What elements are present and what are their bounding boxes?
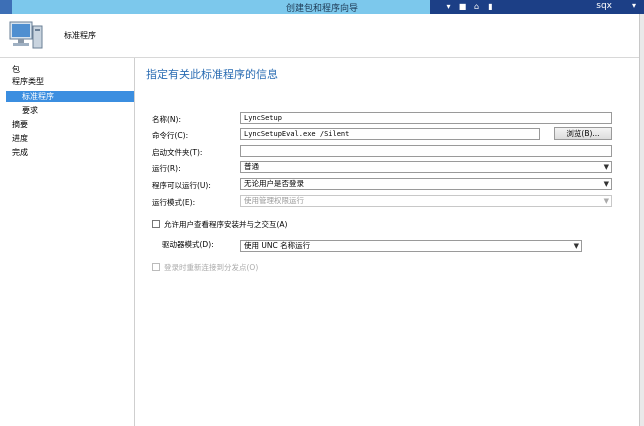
lock-icon[interactable]: ⌂	[472, 2, 481, 11]
allow-interact-checkbox[interactable]	[152, 220, 160, 228]
run-label: 运行(R):	[152, 164, 181, 173]
username-label: sqx	[596, 1, 612, 11]
chevron-down-icon: ▼	[603, 197, 609, 205]
name-label: 名称(N):	[152, 115, 181, 124]
pin-icon[interactable]: ▾	[444, 2, 453, 11]
nav-item-package[interactable]: 包	[12, 64, 20, 75]
run-select[interactable]: 普通 ▼	[240, 161, 612, 173]
system-tray: ▾ ■ ⌂ ▮ sqx ▾	[430, 0, 644, 14]
reconnect-label: 登录时重新连接到分发点(O)	[164, 263, 259, 272]
start-folder-label: 启动文件夹(T):	[152, 148, 203, 157]
command-line-input[interactable]: LyncSetupEval.exe /Silent	[240, 128, 540, 140]
can-run-select-value: 无论用户是否登录	[244, 179, 304, 188]
nav-item-requirements[interactable]: 要求	[22, 105, 38, 116]
nav-item-program-type[interactable]: 程序类型	[12, 76, 44, 87]
can-run-label: 程序可以运行(U):	[152, 181, 211, 190]
run-select-value: 普通	[244, 162, 259, 171]
can-run-select[interactable]: 无论用户是否登录 ▼	[240, 178, 612, 190]
command-line-label: 命令行(C):	[152, 131, 189, 140]
allow-interact-label: 允许用户查看程序安装并与之交互(A)	[164, 220, 288, 229]
chevron-down-icon: ▼	[573, 242, 579, 250]
wizard-nav: 包 程序类型 标准程序 要求 摘要 进度 完成	[0, 58, 135, 426]
wizard-header: 标准程序	[0, 14, 644, 58]
nav-item-summary[interactable]: 摘要	[12, 119, 28, 130]
form-heading: 指定有关此标准程序的信息	[146, 68, 278, 81]
name-input[interactable]: LyncSetup	[240, 112, 612, 124]
page-title: 标准程序	[64, 31, 96, 40]
network-icon[interactable]: ■	[458, 2, 467, 11]
computer-icon	[9, 21, 43, 49]
chevron-down-icon[interactable]: ▾	[632, 1, 636, 10]
drive-mode-label: 驱动器模式(D):	[162, 240, 214, 249]
chevron-down-icon: ▼	[603, 180, 609, 188]
reconnect-checkbox	[152, 263, 160, 271]
run-mode-select-value: 使用管理权限运行	[244, 196, 304, 205]
program-form: 指定有关此标准程序的信息 名称(N): LyncSetup 命令行(C): Ly…	[136, 58, 644, 426]
nav-item-standard-program[interactable]: 标准程序	[6, 91, 134, 102]
window-border	[639, 14, 644, 426]
drive-mode-select[interactable]: 使用 UNC 名称运行 ▼	[240, 240, 582, 252]
run-mode-select: 使用管理权限运行 ▼	[240, 195, 612, 207]
chevron-down-icon: ▼	[603, 163, 609, 171]
nav-item-completion[interactable]: 完成	[12, 147, 28, 158]
drive-mode-select-value: 使用 UNC 名称运行	[244, 241, 311, 250]
browse-button[interactable]: 浏览(B)...	[554, 127, 612, 140]
run-mode-label: 运行模式(E):	[152, 198, 196, 207]
start-folder-input[interactable]	[240, 145, 612, 157]
signal-icon[interactable]: ▮	[486, 2, 495, 11]
nav-item-progress[interactable]: 进度	[12, 133, 28, 144]
